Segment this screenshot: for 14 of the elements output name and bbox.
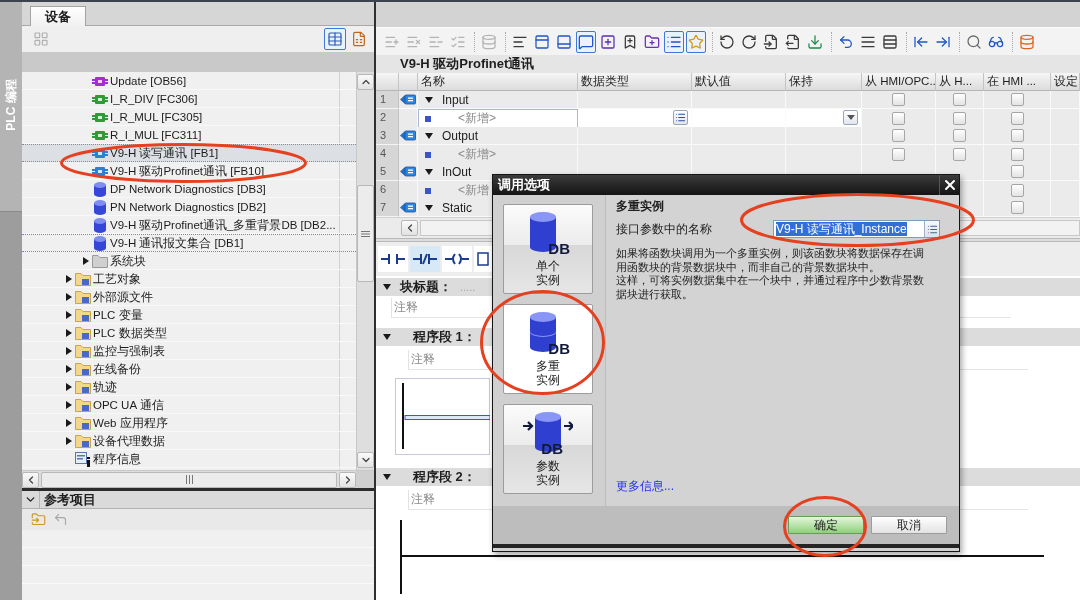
block-title-label: 块标题： [400, 278, 452, 296]
network-title: 程序段 2： [413, 468, 476, 486]
description-text: 如果将函数块调用为一个多重实例，则该函数块将数据保存在调用函数块的背景数据块中，而非自己的背景数据块中。 这样，可将实例数据集中在一个块中，并通过程序中少数背景数据块进行获取。 [616, 247, 925, 301]
row-number: 7 [376, 199, 399, 217]
db-caption: DB [548, 341, 570, 356]
db-caption: DB [548, 241, 570, 256]
row-number: 5 [376, 163, 399, 181]
row-number: 3 [376, 127, 399, 145]
network-title: 程序段 1： [413, 328, 476, 346]
panel-title: 参考项目 [44, 490, 96, 509]
block-name: V9-H 驱动Profinet通讯 [400, 55, 535, 73]
option-heading: 多重实例 [616, 199, 664, 213]
field-label: 接口参数中的名称 [616, 220, 712, 238]
row-number: 1 [376, 91, 399, 109]
